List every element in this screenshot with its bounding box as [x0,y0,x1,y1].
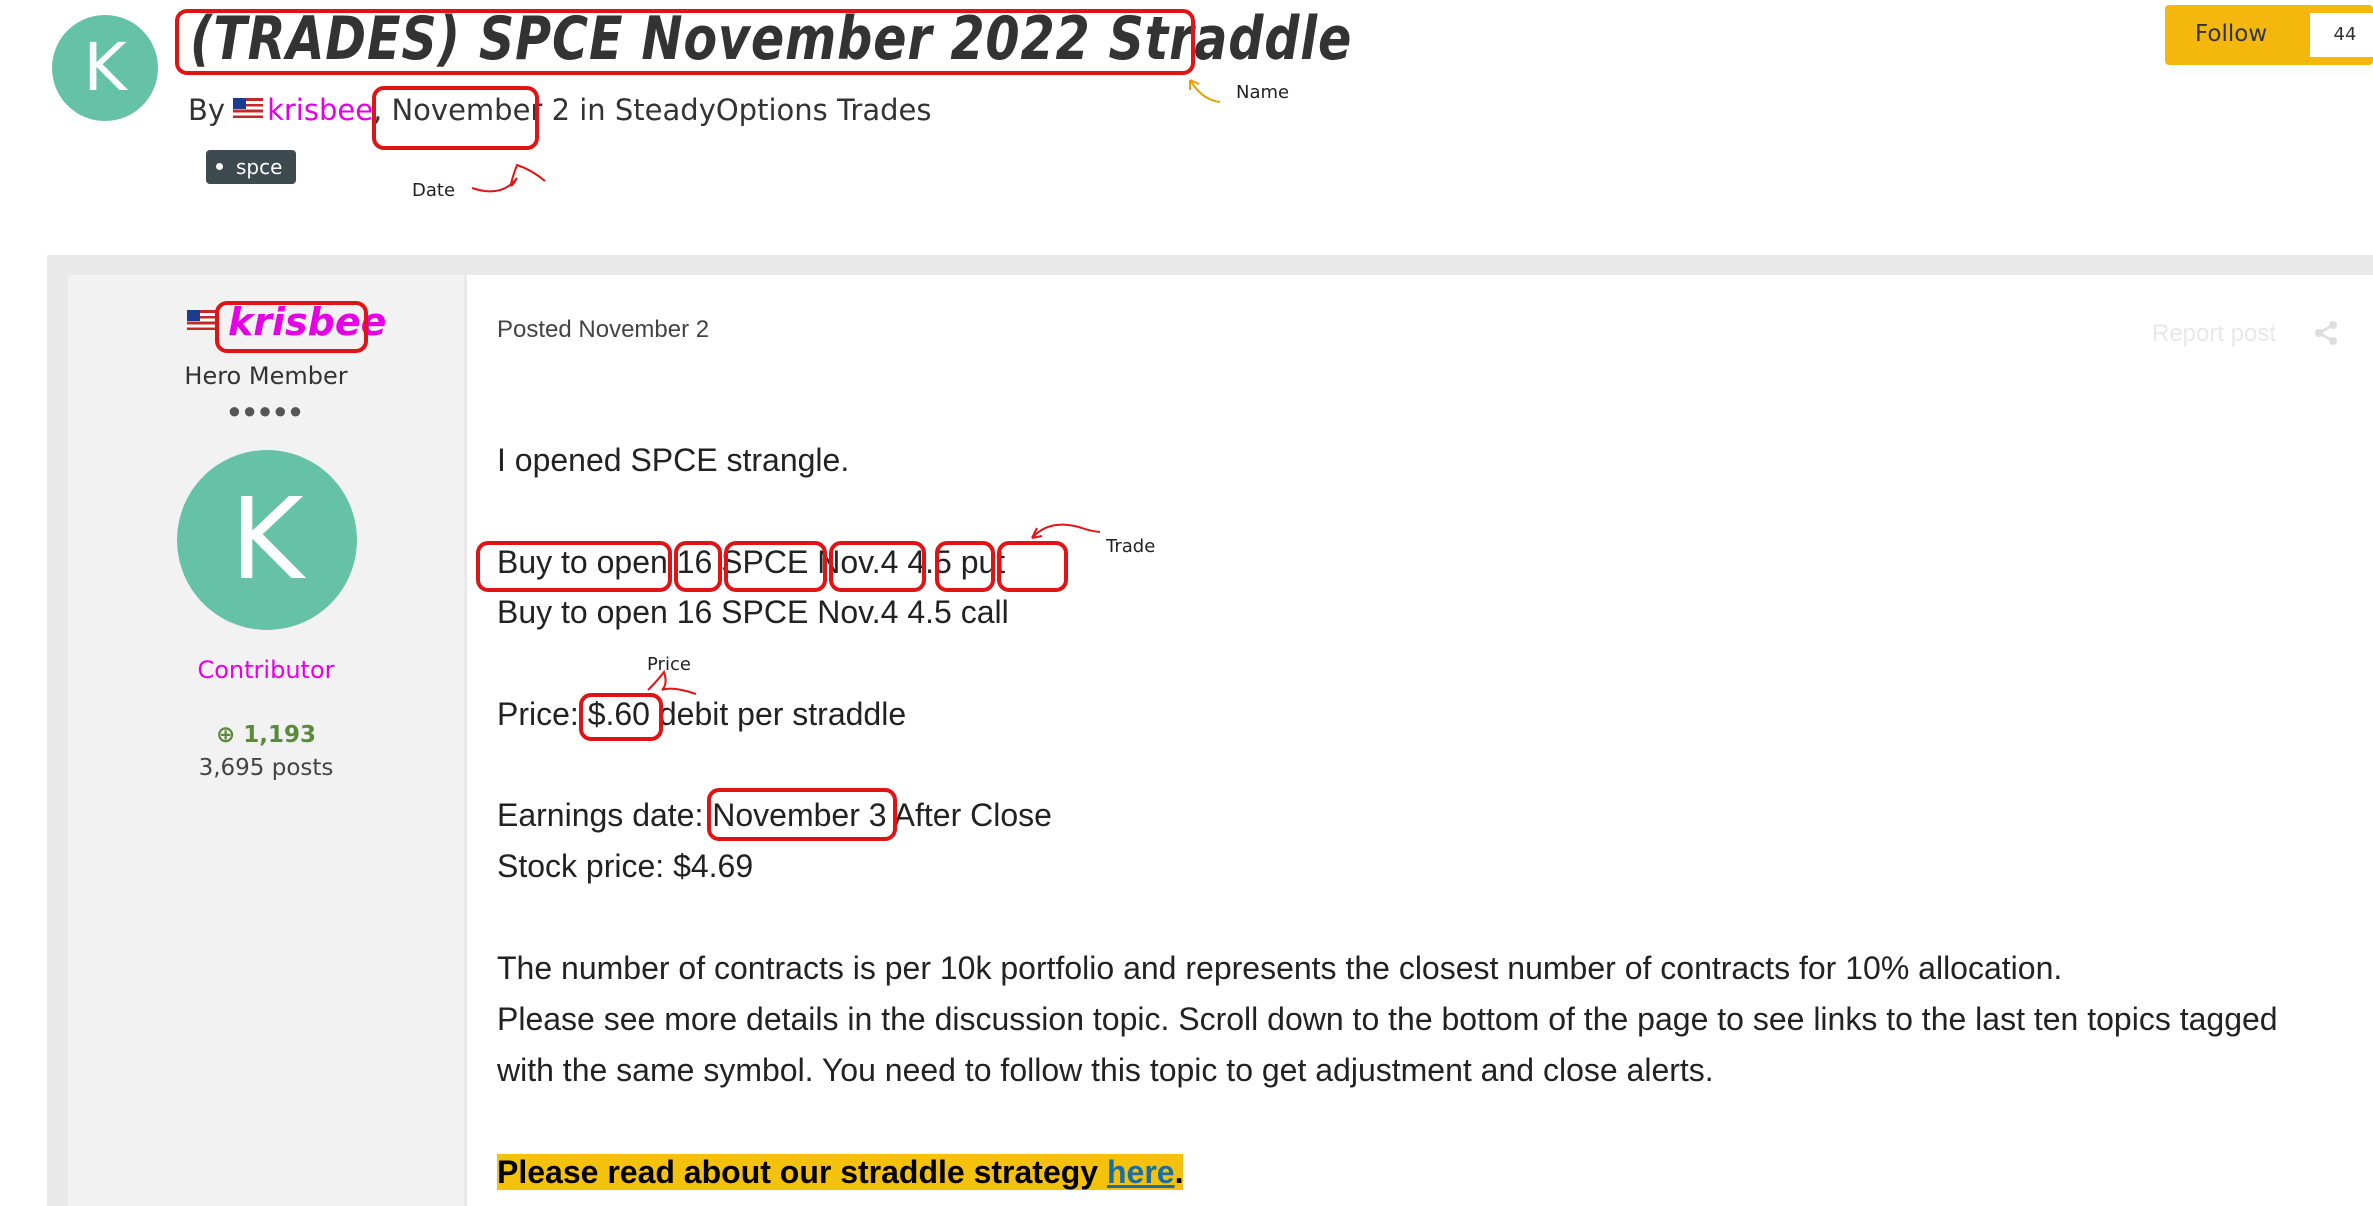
annotation-label-trade: Trade [1106,536,1156,557]
annotation-label-date: Date [412,180,456,201]
annotation-label-price: Price [647,654,691,675]
annotation-arrows [471,79,1221,695]
annotation-label-name: Name [1236,82,1290,103]
